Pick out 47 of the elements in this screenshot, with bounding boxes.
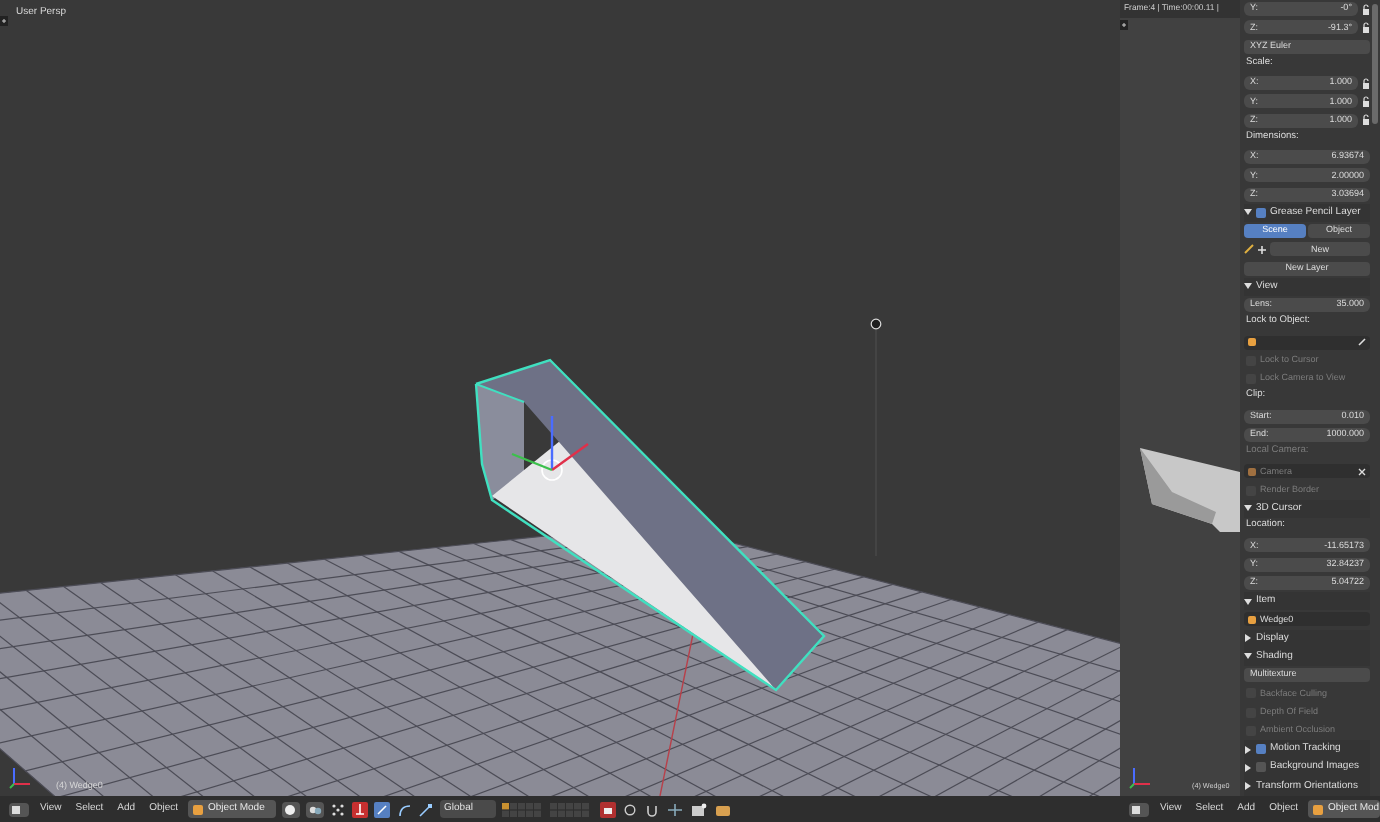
transform-gizmo-icon[interactable] bbox=[511, 416, 589, 481]
lock-icon[interactable] bbox=[1362, 3, 1370, 16]
rotate-icon[interactable] bbox=[396, 801, 413, 817]
lamp-icon bbox=[870, 318, 882, 330]
checkbox[interactable] bbox=[1256, 744, 1266, 755]
object-field[interactable] bbox=[1244, 335, 1370, 350]
cube-icon bbox=[1248, 338, 1256, 347]
snap-target-icon[interactable] bbox=[666, 801, 685, 817]
shading-sphere-icon[interactable] bbox=[282, 801, 301, 817]
expanded-arrow-icon[interactable] bbox=[1244, 282, 1252, 291]
checkbox[interactable] bbox=[1256, 762, 1266, 773]
lock-icon[interactable] bbox=[1362, 77, 1370, 90]
expanded-arrow-icon[interactable] bbox=[1244, 597, 1252, 606]
cube-icon bbox=[1248, 615, 1256, 624]
checkbox[interactable] bbox=[1256, 207, 1266, 218]
lock-icon[interactable] bbox=[1362, 114, 1370, 127]
cube-icon bbox=[192, 803, 205, 815]
collapsed-arrow-icon[interactable] bbox=[1244, 782, 1252, 791]
camera-icon[interactable] bbox=[714, 801, 733, 817]
axis-icon bbox=[8, 766, 32, 790]
eyedropper-icon[interactable] bbox=[1358, 338, 1366, 347]
axis-icon bbox=[1128, 766, 1152, 790]
expanded-arrow-icon[interactable] bbox=[1244, 652, 1252, 661]
editor-type-icon[interactable] bbox=[8, 801, 30, 817]
editor-type-icon[interactable] bbox=[1128, 801, 1150, 817]
expanded-arrow-icon[interactable] bbox=[1244, 208, 1252, 217]
scale-icon[interactable] bbox=[418, 801, 435, 817]
snap-icon[interactable] bbox=[644, 801, 661, 817]
scrollbar[interactable] bbox=[1372, 4, 1378, 124]
proportional-icon[interactable] bbox=[622, 801, 639, 817]
cube-icon bbox=[1312, 803, 1325, 815]
cube-icon bbox=[1248, 467, 1256, 476]
collapsed-arrow-icon[interactable] bbox=[1244, 634, 1252, 643]
collapsed-arrow-icon[interactable] bbox=[1244, 745, 1252, 754]
render-icon[interactable] bbox=[690, 801, 709, 817]
lock-icon[interactable] bbox=[1362, 95, 1370, 108]
plus-icon[interactable] bbox=[1258, 245, 1266, 254]
collapsed-arrow-icon[interactable] bbox=[1244, 763, 1252, 772]
manipulator-icon[interactable] bbox=[352, 801, 369, 817]
lock-icon[interactable] bbox=[1362, 21, 1370, 34]
layers-grid-icon[interactable] bbox=[502, 801, 595, 817]
translate-icon[interactable] bbox=[374, 801, 391, 817]
dots-icon[interactable] bbox=[330, 801, 347, 817]
lock-layers-icon[interactable] bbox=[600, 801, 617, 817]
pivot-icon[interactable] bbox=[306, 801, 325, 817]
pencil-icon[interactable] bbox=[1244, 244, 1254, 255]
expanded-arrow-icon[interactable] bbox=[1244, 504, 1252, 513]
